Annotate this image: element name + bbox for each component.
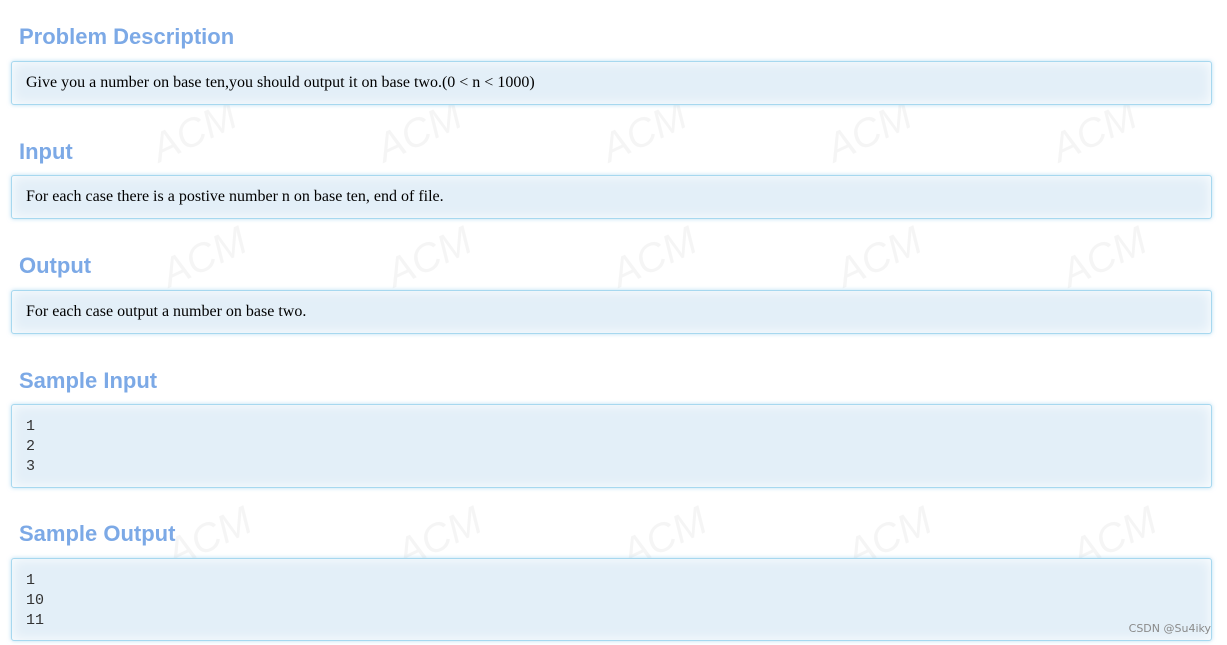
watermark-text: ACM	[819, 93, 919, 171]
output-panel: For each case output a number on base tw…	[11, 290, 1212, 334]
watermark-text: ACM	[1054, 218, 1154, 296]
code-line: 1	[26, 572, 36, 589]
input-text: For each case there is a postive number …	[26, 188, 444, 205]
sample-output-code: 1 10 11	[26, 559, 1197, 631]
watermark-text: ACM	[1044, 93, 1144, 171]
watermark-text: ACM	[379, 218, 479, 296]
watermark-text: ACM	[604, 218, 704, 296]
csdn-credit-watermark: CSDN @Su4iky	[1128, 622, 1211, 635]
watermark-text: ACM	[369, 93, 469, 171]
sample-output-panel: 1 10 11	[11, 558, 1212, 641]
sample-input-heading: Sample Input	[19, 368, 158, 393]
watermark-text: ACM	[829, 218, 929, 296]
code-line: 10	[26, 592, 45, 609]
code-line: 3	[26, 458, 36, 475]
problem-description-panel: Give you a number on base ten,you should…	[11, 61, 1212, 105]
output-text: For each case output a number on base tw…	[26, 303, 307, 320]
input-panel: For each case there is a postive number …	[11, 175, 1212, 219]
output-heading: Output	[19, 253, 92, 278]
problem-description-heading: Problem Description	[19, 24, 235, 49]
sample-output-heading: Sample Output	[19, 521, 176, 546]
watermark-text: ACM	[594, 93, 694, 171]
input-heading: Input	[19, 139, 73, 164]
watermark-text: ACM	[154, 218, 254, 296]
sample-input-code: 1 2 3	[26, 405, 1197, 477]
code-line: 11	[26, 612, 45, 629]
watermark-text: ACM	[144, 93, 244, 171]
problem-description-text: Give you a number on base ten,you should…	[26, 74, 535, 91]
sample-input-panel: 1 2 3	[11, 404, 1212, 488]
code-line: 2	[26, 438, 36, 455]
code-line: 1	[26, 418, 36, 435]
